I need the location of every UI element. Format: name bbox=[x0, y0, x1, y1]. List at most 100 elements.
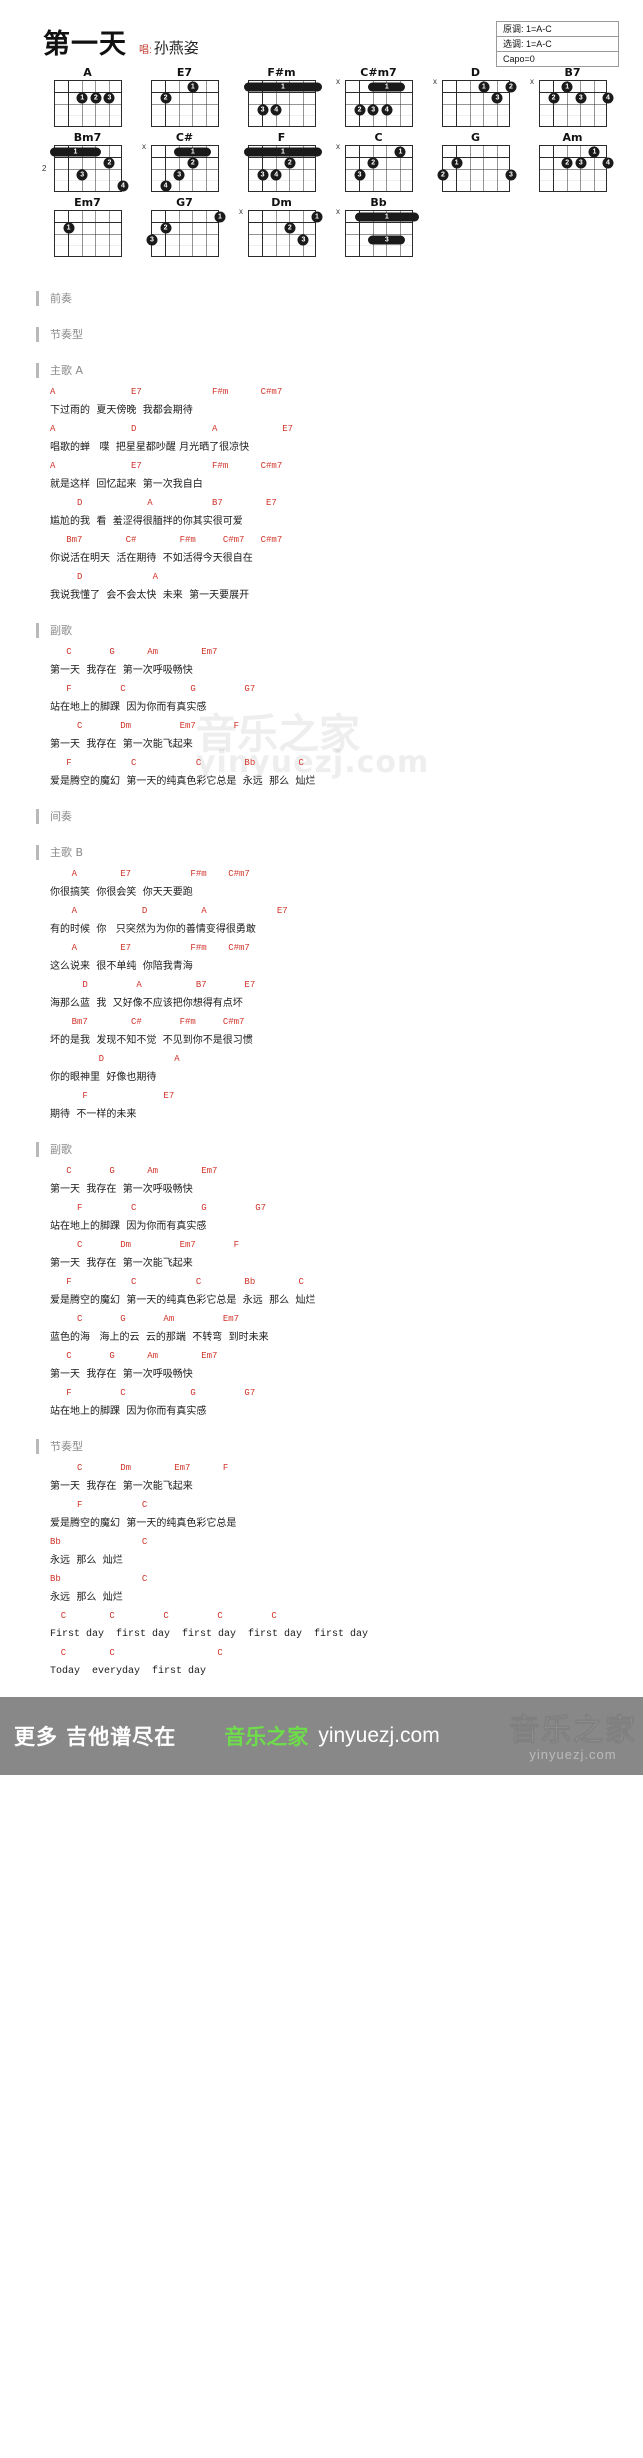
finger-dot: 3 bbox=[297, 234, 309, 246]
lyric-line: 期待 不一样的未来 bbox=[50, 1109, 137, 1120]
capo-value: Capo=0 bbox=[503, 54, 535, 64]
finger-dot: 1 bbox=[63, 222, 75, 234]
chord-fret-grid: 123 bbox=[442, 80, 517, 127]
chord-name-label: E7 bbox=[176, 66, 193, 79]
finger-dot: 4 bbox=[160, 180, 172, 192]
chord-line: F C G G7 bbox=[50, 684, 256, 694]
chord-line: C C C C C bbox=[50, 1611, 277, 1621]
chord-lyric-line: C G Am Em7 第一天 我存在 第一次呼吸畅快 bbox=[0, 1349, 643, 1386]
chord-diagram-row: Em7 1 G7 1 2 3 Dm x 1 2 3 Bb x 1 3 bbox=[0, 196, 643, 257]
section-accent-bar bbox=[36, 808, 39, 824]
section-header: 主歌 A bbox=[0, 357, 643, 383]
chord-line: C C C bbox=[50, 1648, 223, 1658]
chord-name-label: F bbox=[277, 131, 286, 144]
muted-string-icon: x bbox=[530, 77, 534, 86]
page-footer: 更多 吉他谱尽在 音乐之家 yinyuezj.com 音乐之家 yinyuezj… bbox=[0, 1697, 643, 1775]
barre-marker: 1 bbox=[50, 147, 101, 157]
finger-dot: 2 bbox=[505, 81, 517, 93]
chord-lyric-line: C Dm Em7 F 第一天 我存在 第一次能飞起来 bbox=[0, 1238, 643, 1275]
lyric-line: 尴尬的我 看 羞涩得很腼拌的你其实很可爱 bbox=[50, 516, 243, 527]
section-accent-bar bbox=[36, 326, 39, 342]
chord-line: D A B7 E7 bbox=[50, 980, 256, 990]
lyric-line: 你的眼神里 好像也期待 bbox=[50, 1072, 157, 1083]
chord-line: A E7 F#m C#m7 bbox=[50, 461, 283, 471]
chord-diagram-b7: B7 x 1 2 3 4 bbox=[521, 66, 618, 127]
chord-lyric-line: A D A E7 唱歌的蝉 喋 把星星都吵醒 月光晒了很凉快 bbox=[0, 422, 643, 459]
finger-dot: 3 bbox=[173, 169, 185, 181]
chord-grid-wrap: x1234 bbox=[336, 78, 413, 127]
chord-name-label: Am bbox=[562, 131, 583, 144]
lyric-section: 主歌 B A E7 F#m C#m7 你很搞笑 你很会笑 你天天要跑 A D A … bbox=[0, 839, 643, 1126]
barre-marker: 1 bbox=[368, 82, 406, 92]
chord-lyric-line: C Dm Em7 F 第一天 我存在 第一次能飞起来 bbox=[0, 719, 643, 756]
section-label: 前奏 bbox=[50, 292, 72, 305]
lyric-section: 节奏型 bbox=[0, 321, 643, 347]
chord-fret-grid: 1234 bbox=[345, 80, 413, 127]
lyric-line: 爱是腾空的魔幻 第一天的纯真色彩它总是 bbox=[50, 1518, 237, 1529]
chord-line: F E7 bbox=[50, 1091, 175, 1101]
footer-url: yinyuezj.com bbox=[318, 1724, 440, 1747]
lyric-line: 坏的是我 发现不知不觉 不见到你不是很习惯 bbox=[50, 1035, 253, 1046]
finger-dot: 1 bbox=[394, 146, 406, 158]
chord-line: C G Am Em7 bbox=[50, 1166, 218, 1176]
lyric-line: 下过雨的 夏天傍晚 我都会期待 bbox=[50, 405, 193, 416]
chord-fret-grid: 123 bbox=[146, 210, 226, 257]
lyric-line: 站在地上的脚踝 因为你而有真实感 bbox=[50, 1406, 207, 1417]
lyric-section: 间奏 bbox=[0, 803, 643, 829]
lyric-line: 站在地上的脚踝 因为你而有真实感 bbox=[50, 702, 207, 713]
chord-grid-wrap: 123 bbox=[146, 210, 226, 257]
chord-lyric-line: C C C Today everyday first day bbox=[0, 1646, 643, 1683]
chord-line: A D A E7 bbox=[50, 424, 294, 434]
chord-lyric-line: A E7 F#m C#m7 就是这样 回忆起来 第一次我自白 bbox=[0, 459, 643, 496]
key-info-box: 原调: 1=A-C 选调: 1=A-C Capo=0 bbox=[496, 21, 619, 67]
chord-lyric-line: A E7 F#m C#m7 这么说来 很不单纯 你陪我青海 bbox=[0, 941, 643, 978]
lyric-line: Today everyday first day bbox=[50, 1666, 207, 1677]
section-header: 间奏 bbox=[0, 803, 643, 829]
chord-fret-grid: 1234 bbox=[151, 145, 219, 192]
finger-dot: 3 bbox=[257, 169, 269, 181]
finger-dot: 2 bbox=[284, 157, 296, 169]
chord-grid-wrap: x13 bbox=[336, 208, 419, 257]
finger-dot: 4 bbox=[117, 180, 129, 192]
chord-line: D A bbox=[50, 572, 159, 582]
page-title: 第一天 bbox=[43, 29, 127, 60]
chord-lyric-line: F E7 期待 不一样的未来 bbox=[0, 1089, 643, 1126]
lyric-line: 海那么蓝 我 又好像不应该把你想得有点坏 bbox=[50, 998, 243, 1009]
chord-lyric-line: C G Am Em7 第一天 我存在 第一次呼吸畅快 bbox=[0, 645, 643, 682]
lyric-line: 第一天 我存在 第一次呼吸畅快 bbox=[50, 1369, 193, 1380]
lyric-line: 站在地上的脚踝 因为你而有真实感 bbox=[50, 1221, 207, 1232]
finger-dot: 3 bbox=[367, 104, 379, 116]
section-header: 节奏型 bbox=[0, 321, 643, 347]
lyric-section: 主歌 A A E7 F#m C#m7 下过雨的 夏天傍晚 我都会期待 A D A E7… bbox=[0, 357, 643, 607]
finger-dot: 1 bbox=[187, 81, 199, 93]
section-header: 主歌 B bbox=[0, 839, 643, 865]
chord-name-label: Em7 bbox=[74, 196, 101, 209]
chord-diagram-e7: E7 1 2 bbox=[133, 66, 230, 127]
muted-string-icon: x bbox=[433, 77, 437, 86]
section-label: 主歌 A bbox=[50, 364, 84, 377]
chord-name-label: D bbox=[470, 66, 481, 79]
sheet-header: 第一天 唱: 孙燕姿 原调: 1=A-C 选调: 1=A-C Capo=0 bbox=[0, 0, 643, 67]
chord-grid-wrap: 123 bbox=[437, 145, 517, 192]
chord-fret-grid: 123 bbox=[437, 145, 517, 192]
finger-dot: 4 bbox=[270, 169, 282, 181]
chord-grid-wrap: x 1 23 bbox=[433, 78, 517, 127]
section-label: 节奏型 bbox=[50, 1440, 83, 1453]
chord-name-label: Bb bbox=[370, 196, 387, 209]
title-row: 第一天 唱: 孙燕姿 bbox=[43, 22, 199, 61]
chord-lyric-line: D A 你的眼神里 好像也期待 bbox=[0, 1052, 643, 1089]
finger-dot: 1 bbox=[561, 81, 573, 93]
finger-dot: 3 bbox=[76, 169, 88, 181]
chord-lyric-line: A D A E7 有的时候 你 只突然为为你的善情变得很勇敢 bbox=[0, 904, 643, 941]
chord-grid-wrap: x1234 bbox=[142, 143, 219, 192]
footer-tagline: 更多 吉他谱尽在 bbox=[14, 1725, 177, 1749]
selected-key: 选调: 1=A-C bbox=[497, 37, 618, 52]
muted-string-icon: x bbox=[239, 207, 243, 216]
chord-fret-grid: 1234 bbox=[50, 145, 129, 192]
lyric-line: 你说活在明天 活在期待 不如活得今天很自在 bbox=[50, 553, 253, 564]
chord-line: F C bbox=[50, 1500, 148, 1510]
footer-watermark: 音乐之家 yinyuezj.com bbox=[509, 1705, 637, 1763]
chord-diagram-row: A 1 2 3 E7 1 2 F#m 1 3 4 C#m7 x 1 2 3 4 Dx 1 2 3 B7 x 1 2 3 4 bbox=[0, 66, 643, 127]
chord-line: C Dm Em7 F bbox=[50, 1463, 229, 1473]
chord-fret-grid: 13 bbox=[345, 210, 419, 257]
